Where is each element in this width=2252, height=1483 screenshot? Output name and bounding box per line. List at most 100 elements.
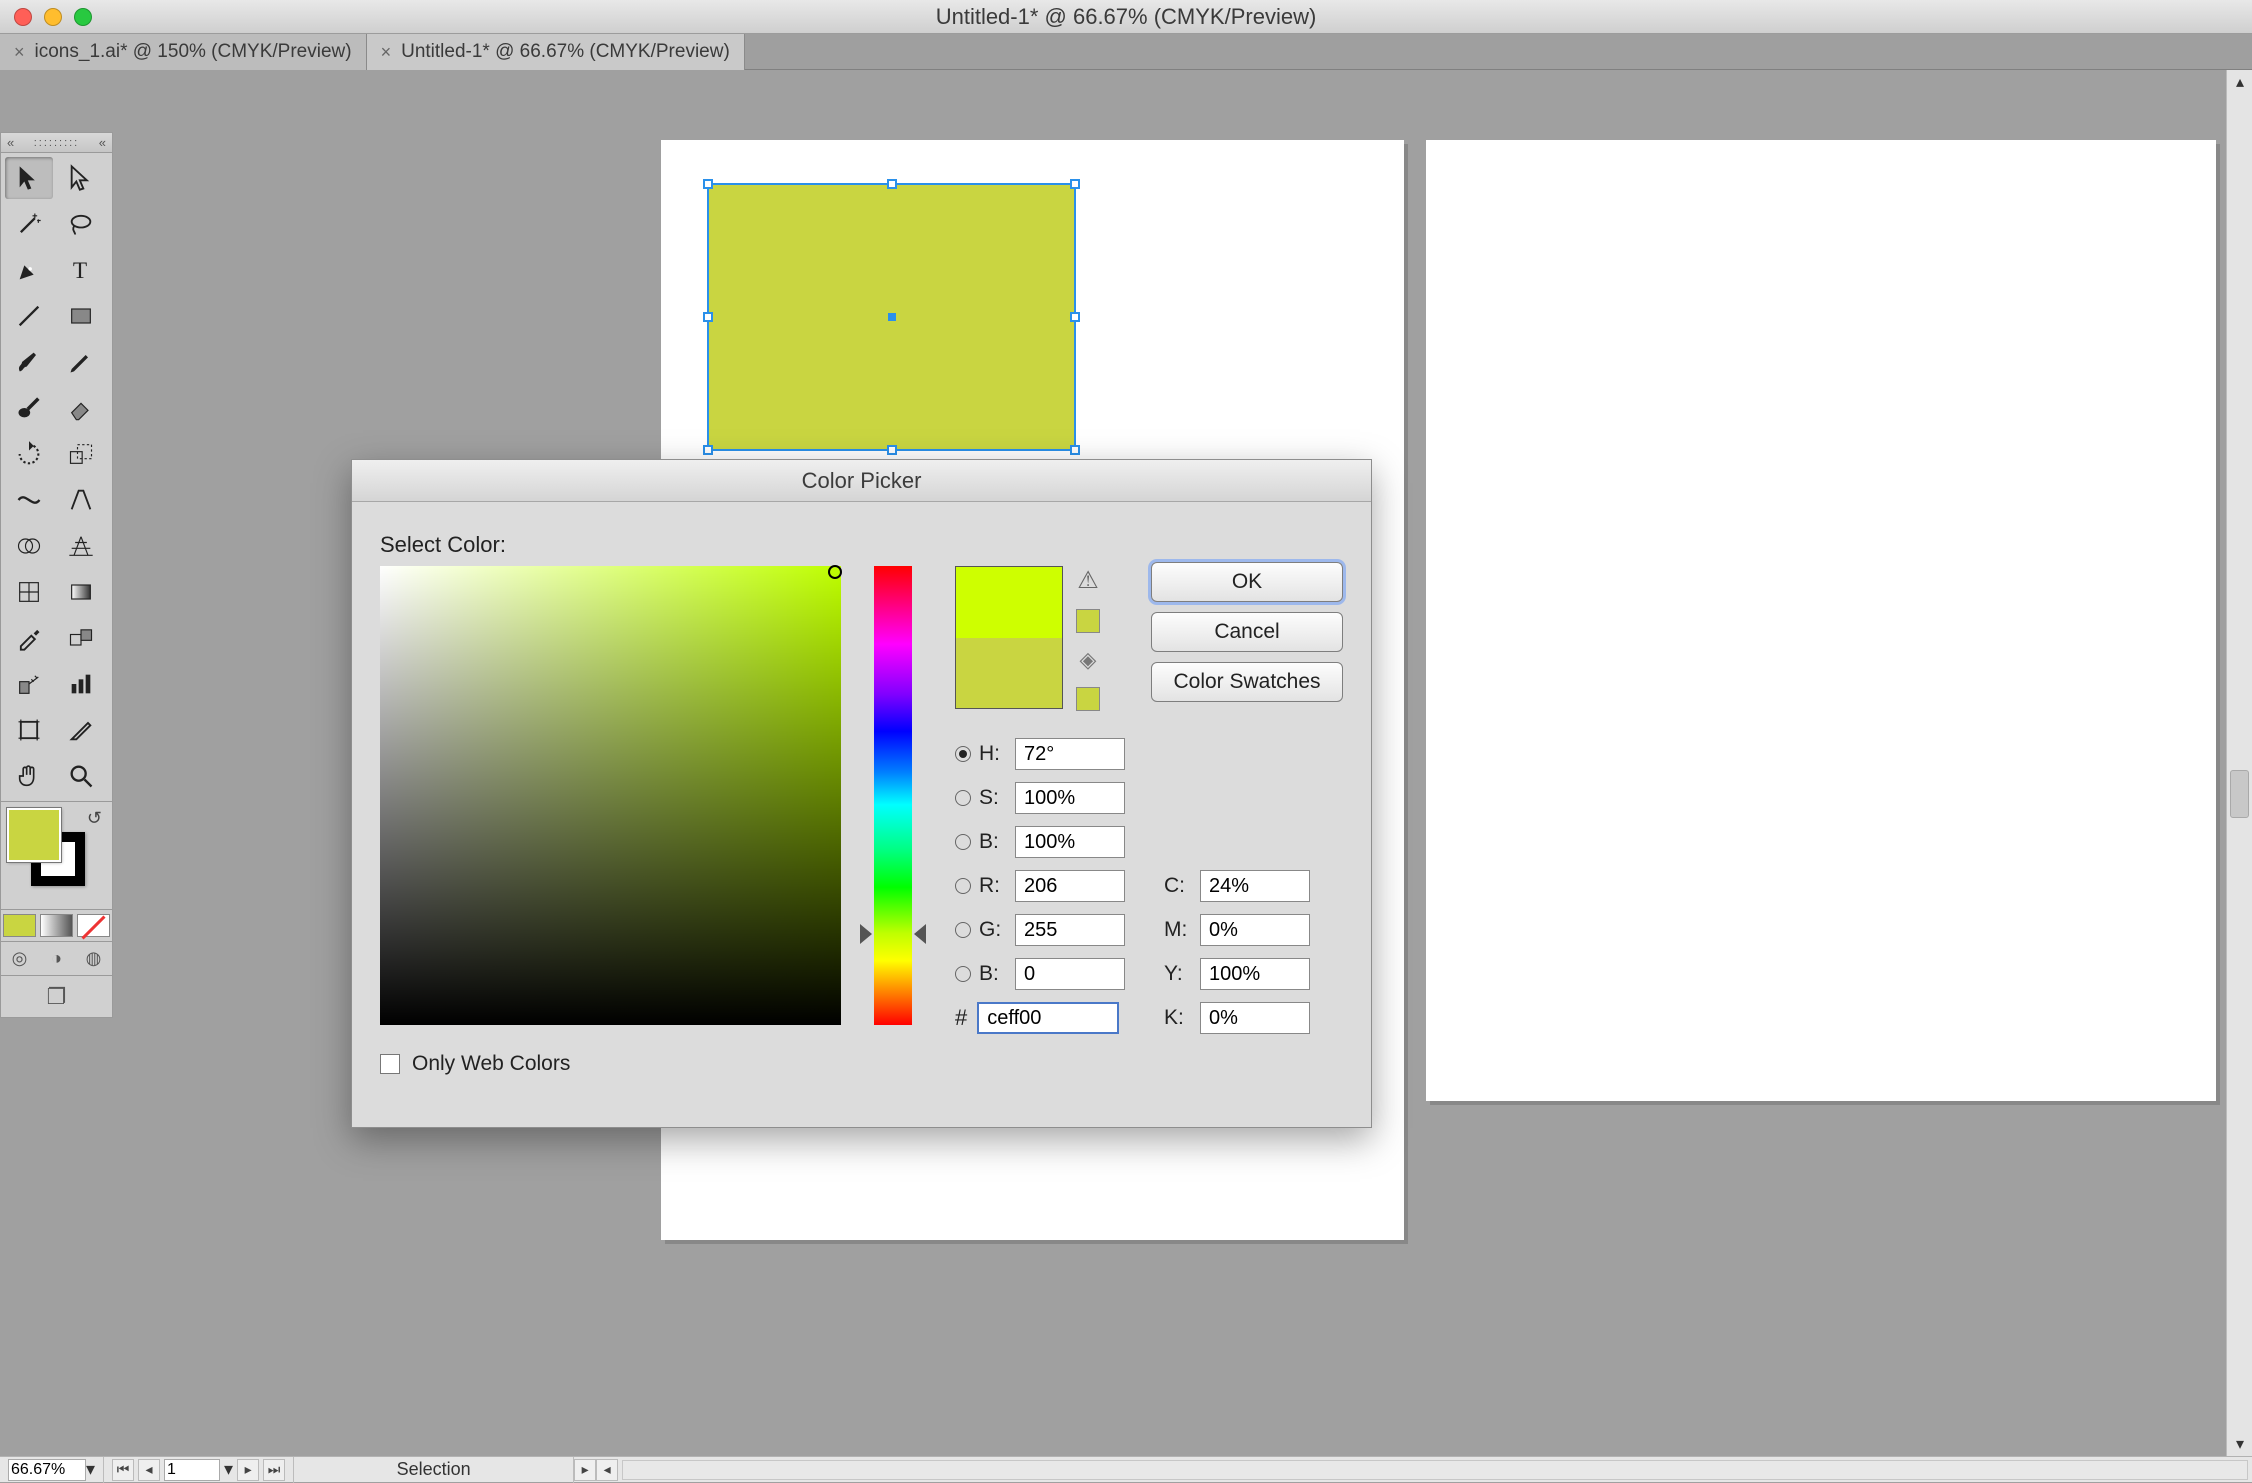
- zoom-input[interactable]: [8, 1459, 86, 1481]
- color-swatches-button[interactable]: Color Swatches: [1151, 662, 1343, 702]
- paintbrush-tool[interactable]: [5, 341, 53, 383]
- screen-mode-button[interactable]: ❐: [0, 976, 113, 1018]
- current-color-swatch[interactable]: [956, 638, 1062, 709]
- tools-panel: « ::::::::: « T ↺: [0, 132, 113, 1018]
- fill-stroke-swatch[interactable]: ↺: [0, 802, 113, 910]
- fill-color-swatch[interactable]: [7, 808, 61, 862]
- radio-g[interactable]: [955, 922, 971, 938]
- close-tab-icon[interactable]: ×: [381, 42, 392, 63]
- radio-b-rgb[interactable]: [955, 966, 971, 982]
- magic-wand-tool[interactable]: [5, 203, 53, 245]
- out-of-gamut-warning-icon[interactable]: ⚠︎: [1077, 566, 1099, 595]
- artboard-tool[interactable]: [5, 709, 53, 751]
- selection-tool[interactable]: [5, 157, 53, 199]
- first-artboard-button[interactable]: ⏮: [112, 1459, 134, 1481]
- saturation-brightness-field[interactable]: [380, 566, 841, 1025]
- color-mode-none[interactable]: [77, 914, 110, 937]
- m-input[interactable]: [1200, 914, 1310, 946]
- y-label: Y:: [1164, 962, 1192, 986]
- panel-grip-icon[interactable]: :::::::::: [34, 137, 80, 149]
- pencil-tool[interactable]: [57, 341, 105, 383]
- hue-slider-handle-left-icon[interactable]: [860, 924, 872, 944]
- rotate-tool[interactable]: [5, 433, 53, 475]
- swap-fill-stroke-icon[interactable]: ↺: [87, 808, 102, 829]
- c-input[interactable]: [1200, 870, 1310, 902]
- draw-inside-icon[interactable]: ◍: [75, 942, 112, 975]
- eraser-tool[interactable]: [57, 387, 105, 429]
- slice-tool[interactable]: [57, 709, 105, 751]
- lasso-tool[interactable]: [57, 203, 105, 245]
- checkbox-icon[interactable]: [380, 1054, 400, 1074]
- zoom-dropdown-icon[interactable]: ▾: [86, 1459, 95, 1480]
- y-input[interactable]: [1200, 958, 1310, 990]
- draw-behind-icon[interactable]: ◑: [38, 942, 75, 975]
- tab-icons-1[interactable]: × icons_1.ai* @ 150% (CMYK/Preview): [0, 34, 367, 70]
- hex-input[interactable]: [977, 1002, 1119, 1034]
- scroll-down-icon[interactable]: ▾: [2227, 1432, 2252, 1456]
- hand-tool[interactable]: [5, 755, 53, 797]
- perspective-grid-tool[interactable]: [57, 525, 105, 567]
- websafe-swatch[interactable]: [1076, 687, 1100, 711]
- gamut-safe-swatch[interactable]: [1076, 609, 1100, 633]
- close-window-icon[interactable]: [14, 8, 32, 26]
- maximize-window-icon[interactable]: [74, 8, 92, 26]
- h-input[interactable]: [1015, 738, 1125, 770]
- column-graph-tool[interactable]: [57, 663, 105, 705]
- next-artboard-button[interactable]: ▸: [237, 1459, 259, 1481]
- radio-s[interactable]: [955, 790, 971, 806]
- status-menu-button[interactable]: ▸: [574, 1459, 596, 1481]
- sv-marker-icon[interactable]: [828, 565, 842, 579]
- blob-brush-tool[interactable]: [5, 387, 53, 429]
- tab-untitled-1[interactable]: × Untitled-1* @ 66.67% (CMYK/Preview): [367, 34, 745, 70]
- radio-b[interactable]: [955, 834, 971, 850]
- r-input[interactable]: [1015, 870, 1125, 902]
- scroll-thumb[interactable]: [2230, 770, 2249, 818]
- not-websafe-warning-icon[interactable]: ◈: [1080, 647, 1097, 673]
- eyedropper-tool[interactable]: [5, 617, 53, 659]
- line-segment-tool[interactable]: [5, 295, 53, 337]
- s-input[interactable]: [1015, 782, 1125, 814]
- hue-slider-handle-right-icon[interactable]: [914, 924, 926, 944]
- last-artboard-button[interactable]: ⏭: [263, 1459, 285, 1481]
- scale-tool[interactable]: [57, 433, 105, 475]
- blend-tool[interactable]: [57, 617, 105, 659]
- close-tab-icon[interactable]: ×: [14, 42, 25, 63]
- direct-selection-tool[interactable]: [57, 157, 105, 199]
- gradient-tool[interactable]: [57, 571, 105, 613]
- vertical-scrollbar[interactable]: ▴ ▾: [2226, 70, 2252, 1456]
- mesh-tool[interactable]: [5, 571, 53, 613]
- cancel-button[interactable]: Cancel: [1151, 612, 1343, 652]
- draw-normal-icon[interactable]: ◎: [1, 942, 38, 975]
- pen-tool[interactable]: [5, 249, 53, 291]
- prev-artboard-button[interactable]: ◂: [138, 1459, 160, 1481]
- color-mode-solid[interactable]: [3, 914, 36, 937]
- b-rgb-input[interactable]: [1015, 958, 1125, 990]
- rectangle-tool[interactable]: [57, 295, 105, 337]
- only-web-colors-checkbox[interactable]: Only Web Colors: [380, 1052, 570, 1076]
- horizontal-scrollbar[interactable]: [622, 1460, 2248, 1480]
- color-mode-gradient[interactable]: [40, 914, 73, 937]
- radio-r[interactable]: [955, 878, 971, 894]
- symbol-sprayer-tool[interactable]: [5, 663, 53, 705]
- zoom-tool[interactable]: [57, 755, 105, 797]
- artboard-dropdown-icon[interactable]: ▾: [224, 1459, 233, 1480]
- artboard-2[interactable]: [1426, 140, 2216, 1101]
- selected-rectangle[interactable]: [708, 184, 1075, 450]
- tools-panel-header[interactable]: « ::::::::: «: [0, 132, 113, 152]
- ok-button[interactable]: OK: [1151, 562, 1343, 602]
- artboard-number-input[interactable]: [164, 1459, 220, 1481]
- collapse-panel-icon[interactable]: «: [7, 135, 14, 150]
- collapse-panel-icon[interactable]: «: [99, 135, 106, 150]
- shape-builder-tool[interactable]: [5, 525, 53, 567]
- free-transform-tool[interactable]: [57, 479, 105, 521]
- scroll-up-icon[interactable]: ▴: [2227, 70, 2252, 94]
- hue-slider[interactable]: [874, 566, 912, 1025]
- g-input[interactable]: [1015, 914, 1125, 946]
- width-tool[interactable]: [5, 479, 53, 521]
- k-input[interactable]: [1200, 1002, 1310, 1034]
- scroll-left-button[interactable]: ◂: [596, 1459, 618, 1481]
- b-input[interactable]: [1015, 826, 1125, 858]
- type-tool[interactable]: T: [57, 249, 105, 291]
- minimize-window-icon[interactable]: [44, 8, 62, 26]
- radio-h[interactable]: [955, 746, 971, 762]
